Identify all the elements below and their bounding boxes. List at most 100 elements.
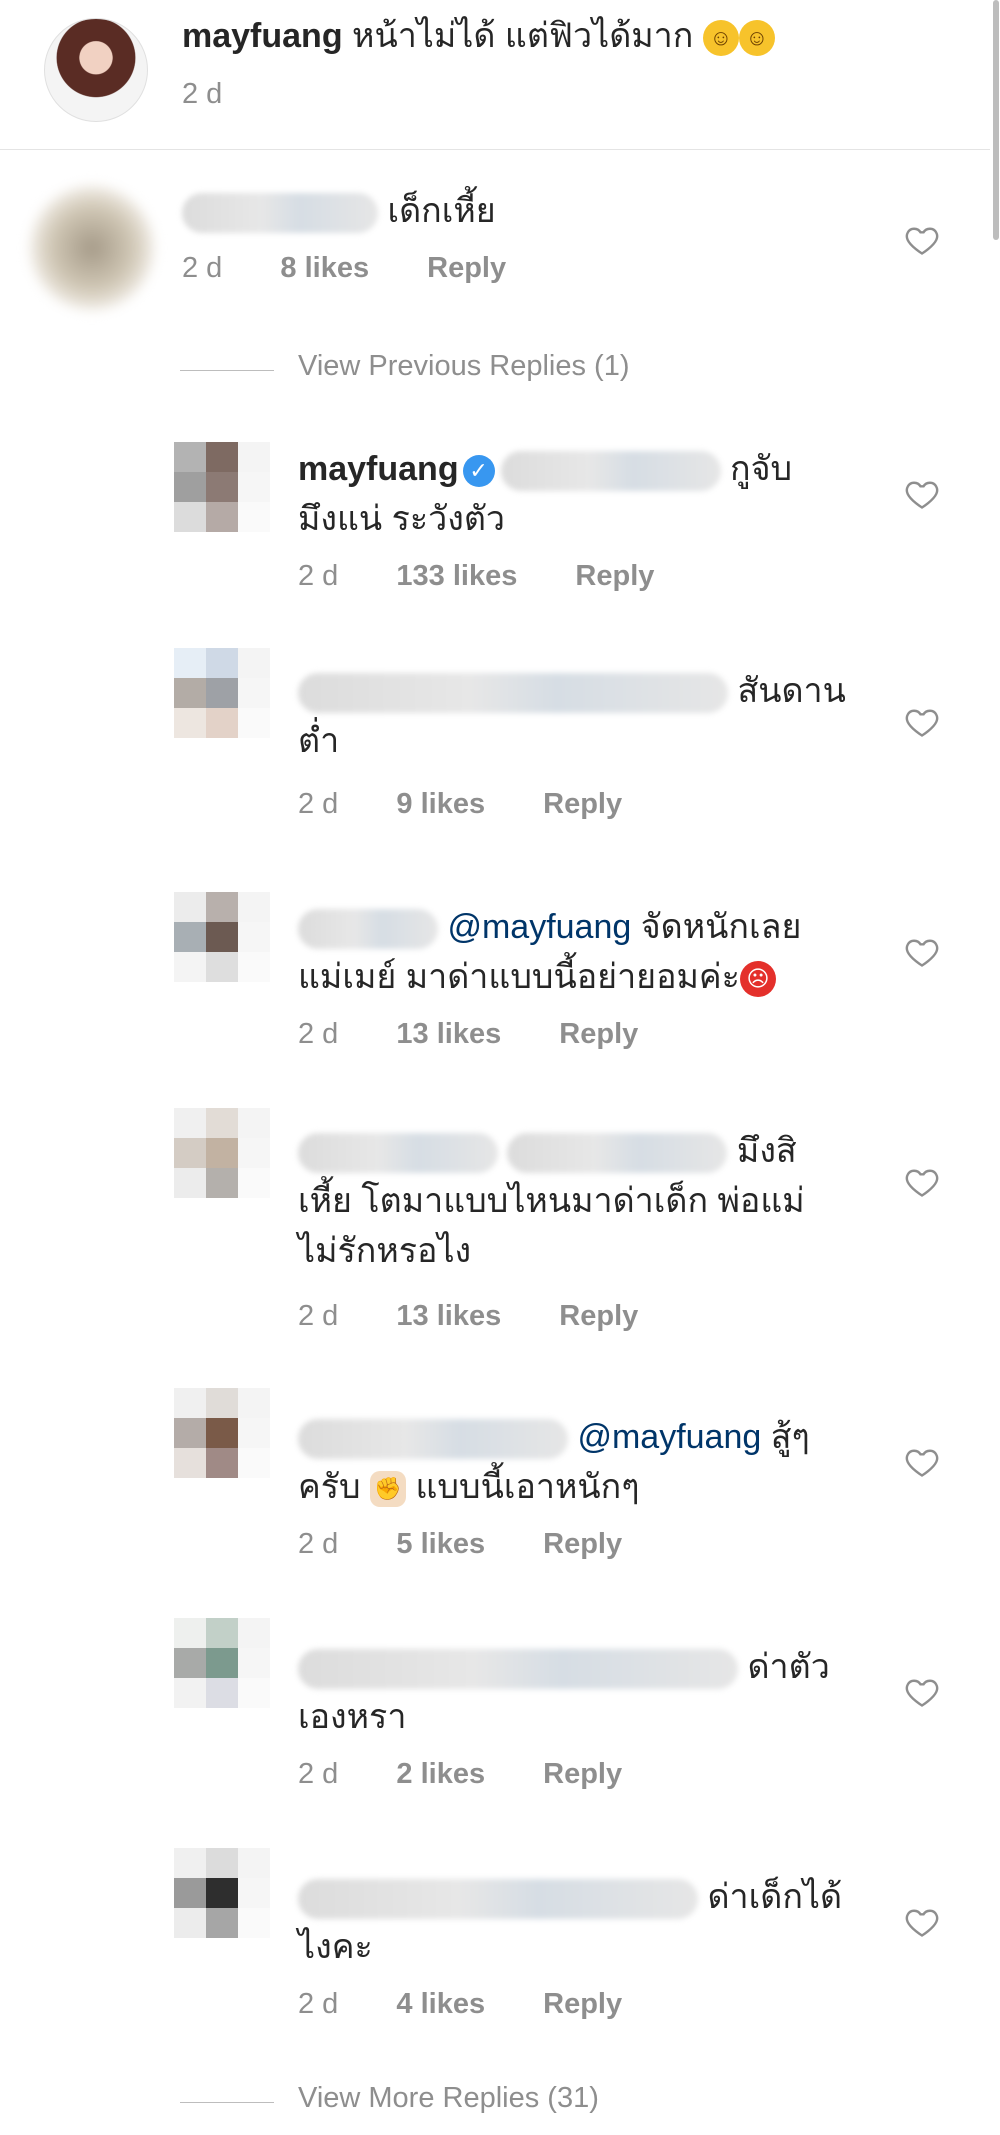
- comment-body: ด่าเด็กได้: [707, 1878, 843, 1916]
- comment-body: สันดาน: [737, 672, 846, 710]
- comment-body: มึงสิ: [736, 1132, 797, 1170]
- heart-icon[interactable]: [904, 1164, 940, 1200]
- comment-body: แบบนี้เอาหนักๆ: [415, 1468, 640, 1506]
- divider: [180, 2102, 274, 2103]
- comment-text: @mayfuang จัดหนักเลย แม่เมย์ มาด่าแบบนี้…: [298, 902, 878, 1002]
- mention-link[interactable]: @mayfuang: [447, 908, 631, 946]
- reply-button[interactable]: Reply: [543, 1528, 622, 1561]
- blurred-username: [298, 1649, 738, 1690]
- blurred-username: [298, 1879, 698, 1920]
- comment-text: ด่าเด็กได้ ไงคะ: [298, 1872, 878, 1972]
- avatar[interactable]: [174, 1618, 270, 1738]
- comment-text: @mayfuang สู้ๆ ครับ ✊ แบบนี้เอาหนักๆ: [298, 1412, 878, 1512]
- likes-count[interactable]: 5 likes: [396, 1528, 485, 1561]
- angry-face-emoji-icon: ☹: [739, 961, 776, 998]
- heart-icon[interactable]: [904, 222, 940, 258]
- reply-button[interactable]: Reply: [543, 788, 622, 821]
- comment-body: สู้ๆ: [770, 1418, 810, 1456]
- scrollbar[interactable]: [992, 0, 1000, 2135]
- view-more-label[interactable]: View More Replies (31): [298, 2082, 599, 2115]
- comment-time: 2 d: [298, 1528, 339, 1560]
- likes-count[interactable]: 4 likes: [396, 1988, 485, 2021]
- comment-line: ด่าตัว: [298, 1642, 878, 1692]
- comment-line: ต่ำ: [298, 722, 340, 760]
- avatar[interactable]: [174, 648, 270, 768]
- view-previous-replies[interactable]: View Previous Replies (1): [180, 350, 780, 390]
- comment-line: มึงแน่ ระวังตัว: [298, 500, 506, 538]
- likes-count[interactable]: 8 likes: [280, 252, 369, 285]
- blurred-username: [182, 193, 378, 234]
- heart-icon[interactable]: [904, 1674, 940, 1710]
- comment-time: 2 d: [298, 560, 339, 592]
- avatar[interactable]: [44, 18, 148, 122]
- reply-button[interactable]: Reply: [575, 560, 654, 593]
- comment-line: เองหรา: [298, 1698, 407, 1736]
- view-previous-label[interactable]: View Previous Replies (1): [298, 350, 630, 383]
- blurred-username: [500, 451, 721, 492]
- caption-text: หน้าไม่ได้ แต่ฟิวได้มาก: [352, 17, 694, 55]
- comment-body: เด็กเหี้ย: [387, 192, 496, 230]
- comment-time: 2 d: [298, 1758, 339, 1790]
- avatar[interactable]: [30, 186, 154, 310]
- reply-comment: @mayfuang สู้ๆ ครับ ✊ แบบนี้เอาหนักๆ 2 d…: [0, 1388, 990, 1608]
- comment-line: ด่าเด็กได้: [298, 1872, 878, 1922]
- comment-line: ครับ ✊ แบบนี้เอาหนักๆ: [298, 1462, 878, 1512]
- blurred-username: [298, 673, 728, 714]
- comment-meta: 2 d 2 likes Reply: [298, 1758, 622, 1791]
- heart-icon[interactable]: [904, 934, 940, 970]
- caption-text-line: mayfuang หน้าไม่ได้ แต่ฟิวได้มาก ☺ ☺: [182, 14, 775, 58]
- comment-meta: 2 d 4 likes Reply: [298, 1988, 622, 2021]
- likes-count[interactable]: 133 likes: [396, 560, 517, 593]
- comment-text: มึงสิ เหี้ย โตมาแบบไหนมาด่าเด็ก พ่อแม่ ไ…: [298, 1126, 878, 1276]
- likes-count[interactable]: 13 likes: [396, 1018, 501, 1051]
- blurred-mention: [507, 1133, 728, 1174]
- reply-button[interactable]: Reply: [427, 252, 506, 285]
- comment-meta: 2 d 8 likes Reply: [182, 252, 506, 285]
- likes-count[interactable]: 9 likes: [396, 788, 485, 821]
- comment-line: ไม่รักหรอไง: [298, 1232, 472, 1270]
- avatar[interactable]: [174, 1108, 270, 1228]
- caption-username[interactable]: mayfuang: [182, 17, 343, 55]
- comment-line: สันดาน: [298, 666, 878, 716]
- comment-time: 2 d: [182, 252, 223, 284]
- reply-comment: mayfuang ✓ กูจับ มึงแน่ ระวังตัว 2 d 133 …: [0, 420, 990, 640]
- likes-count[interactable]: 13 likes: [396, 1300, 501, 1333]
- blurred-username: [298, 1419, 568, 1460]
- comment: เด็กเหี้ย 2 d 8 likes Reply: [0, 150, 990, 340]
- avatar[interactable]: [174, 892, 270, 1012]
- avatar[interactable]: [174, 442, 270, 562]
- heart-icon[interactable]: [904, 704, 940, 740]
- comment-line: แม่เมย์ มาด่าแบบนี้อย่ายอมค่ะ ☹: [298, 952, 878, 1002]
- heart-icon[interactable]: [904, 1904, 940, 1940]
- comment-line: มึงสิ: [298, 1126, 878, 1176]
- avatar[interactable]: [174, 1388, 270, 1508]
- post-caption: mayfuang หน้าไม่ได้ แต่ฟิวได้มาก ☺ ☺ 2 d: [0, 0, 990, 150]
- comment-line: ไงคะ: [298, 1928, 373, 1966]
- reply-comment: สันดาน ต่ำ 2 d 9 likes Reply: [0, 648, 990, 868]
- heart-icon[interactable]: [904, 476, 940, 512]
- likes-count[interactable]: 2 likes: [396, 1758, 485, 1791]
- comment-time: 2 d: [298, 788, 339, 820]
- reply-comment: ด่าเด็กได้ ไงคะ 2 d 4 likes Reply: [0, 1848, 990, 2048]
- view-more-replies[interactable]: View More Replies (31): [180, 2082, 780, 2122]
- comment-line: @mayfuang จัดหนักเลย: [298, 902, 878, 952]
- reply-button[interactable]: Reply: [559, 1018, 638, 1051]
- heart-icon[interactable]: [904, 1444, 940, 1480]
- comment-meta: 2 d 5 likes Reply: [298, 1528, 622, 1561]
- divider: [180, 370, 274, 371]
- avatar[interactable]: [174, 1848, 270, 1968]
- reply-username[interactable]: mayfuang: [298, 450, 459, 488]
- comment-body: ครับ: [298, 1468, 361, 1506]
- verified-badge-icon: ✓: [462, 455, 495, 488]
- comment-meta: 2 d 13 likes Reply: [298, 1018, 638, 1051]
- reply-button[interactable]: Reply: [543, 1988, 622, 2021]
- comment-body: กูจับ: [730, 450, 793, 488]
- scrollbar-thumb[interactable]: [993, 0, 999, 240]
- reply-button[interactable]: Reply: [543, 1758, 622, 1791]
- comment-text: ด่าตัว เองหรา: [298, 1642, 878, 1742]
- reply-comment: ด่าตัว เองหรา 2 d 2 likes Reply: [0, 1618, 990, 1838]
- reply-button[interactable]: Reply: [559, 1300, 638, 1333]
- mention-link[interactable]: @mayfuang: [577, 1418, 761, 1456]
- reply-comment: @mayfuang จัดหนักเลย แม่เมย์ มาด่าแบบนี้…: [0, 878, 990, 1098]
- comment-line: เหี้ย โตมาแบบไหนมาด่าเด็ก พ่อแม่: [298, 1182, 805, 1220]
